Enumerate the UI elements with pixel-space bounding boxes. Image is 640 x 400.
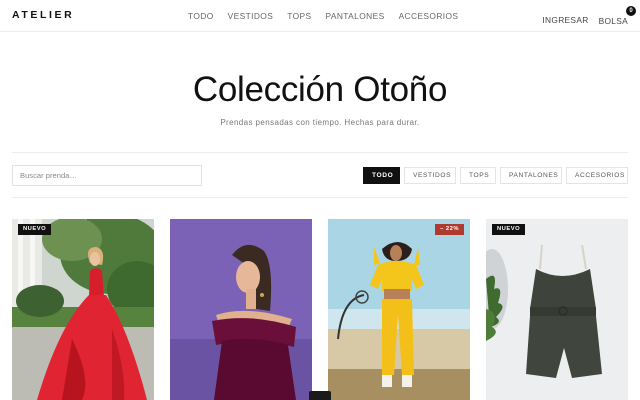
olive-romper-photo bbox=[486, 219, 628, 400]
filter-chip-vestidos[interactable]: VESTIDOS bbox=[404, 167, 456, 184]
filter-chip-todo[interactable]: TODO bbox=[363, 167, 400, 184]
scroll-up-button[interactable] bbox=[309, 391, 331, 400]
nav-item-tops[interactable]: TOPS bbox=[287, 11, 311, 21]
product-badge: NUEVO bbox=[492, 224, 526, 235]
nav-item-todo[interactable]: TODO bbox=[188, 11, 214, 21]
nav-item-vestidos[interactable]: VESTIDOS bbox=[228, 11, 274, 21]
product-card[interactable]: – 22% bbox=[328, 219, 470, 400]
filter-chip-accesorios[interactable]: ACCESORIOS bbox=[566, 167, 628, 184]
page-subtitle: Prendas pensadas con tiempo. Hechas para… bbox=[220, 118, 420, 127]
login-link[interactable]: INGRESAR bbox=[542, 15, 588, 25]
filter-chip-pantalones[interactable]: PANTALONES bbox=[500, 167, 562, 184]
product-badge: NUEVO bbox=[18, 224, 52, 235]
red-gown-photo bbox=[12, 219, 154, 400]
product-card[interactable]: NUEVO bbox=[12, 219, 154, 400]
page-title: Colección Otoño bbox=[192, 70, 448, 109]
filter-bar: TODO VESTIDOS TOPS PANTALONES ACCESORIOS bbox=[359, 167, 628, 184]
product-card[interactable] bbox=[170, 219, 312, 400]
bag-count-badge: 0 bbox=[626, 6, 636, 16]
search-input[interactable] bbox=[12, 165, 202, 186]
divider bbox=[12, 197, 628, 198]
header-actions: INGRESAR BOLSA 0 bbox=[542, 6, 636, 29]
yellow-tracksuit-photo bbox=[328, 219, 470, 400]
divider bbox=[12, 152, 628, 153]
filter-chip-tops[interactable]: TOPS bbox=[460, 167, 496, 184]
product-card[interactable]: NUEVO bbox=[486, 219, 628, 400]
nav-item-accesorios[interactable]: ACCESORIOS bbox=[399, 11, 459, 21]
bag-link[interactable]: BOLSA 0 bbox=[598, 6, 636, 29]
product-badge: – 22% bbox=[435, 224, 464, 235]
burgundy-dress-photo bbox=[170, 219, 312, 400]
site-header: ATELIER TODO VESTIDOS TOPS PANTALONES AC… bbox=[0, 0, 640, 32]
brand-logo[interactable]: ATELIER bbox=[12, 9, 74, 21]
bag-label: BOLSA bbox=[598, 16, 628, 26]
nav-item-pantalones[interactable]: PANTALONES bbox=[325, 11, 384, 21]
main-nav: TODO VESTIDOS TOPS PANTALONES ACCESORIOS bbox=[188, 11, 458, 21]
